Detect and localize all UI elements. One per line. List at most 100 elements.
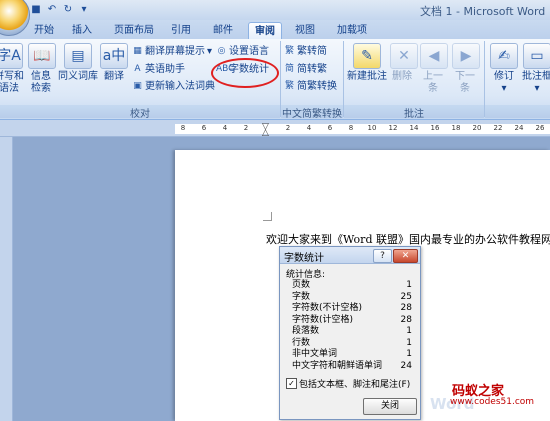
tab-mailings[interactable]: 邮件 [208, 22, 238, 39]
spelling-label-2: 语法 [0, 83, 19, 94]
simp-trad-icon: 简 [284, 64, 294, 74]
group-label-comments: 批注 [344, 105, 484, 120]
chevron-down-icon: ▾ [207, 46, 213, 57]
customize-qat-icon[interactable]: ▾ [78, 4, 90, 16]
conversion-icon: 繁 [284, 81, 294, 91]
previous-label-1: 上一 [423, 71, 443, 82]
vertical-ruler [0, 137, 13, 421]
balloons-button[interactable]: ▭ 批注框 ▾ [521, 43, 550, 95]
quick-access-toolbar: ■ ↶ ↻ ▾ [30, 3, 90, 17]
include-textboxes-label[interactable]: 包括文本框、脚注和尾注(F) [299, 377, 410, 390]
previous-arrow-icon: ◀ [420, 43, 448, 69]
stat-label: 行数 [292, 337, 311, 348]
next-comment-button[interactable]: ▶ 下一 条 [452, 43, 480, 95]
tab-review[interactable]: 审阅 [248, 22, 282, 40]
indent-marker-icon[interactable]: ▽ △ [262, 123, 270, 138]
chevron-down-icon: ▾ [534, 83, 540, 94]
thesaurus-label: 同义词库 [58, 71, 98, 82]
thesaurus-button[interactable]: ▤ 同义词库 [58, 43, 98, 83]
research-book-icon: 📖 [28, 43, 56, 69]
stat-value: 28 [400, 314, 412, 325]
redo-icon[interactable]: ↻ [62, 4, 74, 16]
statistics-heading: 统计信息: [286, 270, 326, 280]
ruler-number: 20 [472, 124, 482, 132]
chinese-conversion-button[interactable]: 繁 简繁转换 [284, 80, 337, 93]
help-button[interactable]: ? [373, 249, 392, 263]
simp-trad-label: 简转繁 [297, 64, 327, 75]
ruler-number: 4 [222, 124, 228, 132]
spelling-grammar-button[interactable]: 字A 拼写和 语法 [0, 43, 24, 95]
translate-icon: a中 [100, 43, 128, 69]
new-comment-button[interactable]: ✎ 新建批注 [346, 43, 388, 83]
watermark-url: www.codes51.com [450, 397, 535, 407]
stat-label: 页数 [292, 280, 311, 290]
stat-row: 字符数(不计空格) 28 [292, 303, 412, 314]
set-language-label: 设置语言 [229, 46, 269, 57]
stat-value: 1 [406, 326, 412, 336]
group-label-proofing: 校对 [0, 105, 280, 120]
stat-value: 1 [406, 337, 412, 348]
set-language-button[interactable]: ◎ 设置语言 [216, 45, 269, 58]
update-ime-label: 更新输入法词典 [145, 81, 215, 92]
tab-add-ins[interactable]: 加载项 [332, 22, 372, 39]
english-assistant-button[interactable]: A 英语助手 [132, 63, 185, 76]
dialog-close-button[interactable]: ✕ [393, 249, 418, 263]
translate-screentip-label: 翻译屏幕提示 [145, 46, 205, 57]
ruler-number: 8 [180, 124, 186, 132]
ruler-number: 22 [493, 124, 503, 132]
stat-row: 非中文单词 1 [292, 349, 412, 360]
ruler-number: 26 [535, 124, 545, 132]
tab-home[interactable]: 开始 [29, 22, 59, 39]
chevron-down-icon: ▾ [501, 83, 507, 94]
include-textboxes-checkbox[interactable]: ✓ [286, 378, 297, 389]
previous-label-2: 条 [428, 83, 438, 94]
word-count-dialog: 字数统计 ? ✕ 统计信息: 页数 1 字数 25 字符数(不计空格) 28 字符数(计空格… [279, 246, 421, 420]
stat-row: 页数 1 [292, 280, 412, 291]
group-label-tracking [485, 105, 550, 118]
close-button[interactable]: 关闭 [363, 398, 417, 415]
delete-comment-button[interactable]: ✕ 删除 [390, 43, 418, 83]
ruler-number: 24 [514, 124, 524, 132]
spelling-label-1: 拼写和 [0, 71, 24, 82]
tab-page-layout[interactable]: 页面布局 [108, 22, 160, 39]
previous-comment-button[interactable]: ◀ 上一 条 [420, 43, 448, 95]
tab-insert[interactable]: 插入 [67, 22, 97, 39]
stat-value: 25 [400, 291, 412, 302]
ruler-number: 2 [243, 124, 249, 132]
stat-label: 段落数 [292, 326, 320, 336]
stat-label: 中文字符和朝鲜语单词 [292, 360, 383, 371]
research-label-2: 检索 [31, 83, 51, 94]
stat-row: 行数 1 [292, 338, 412, 349]
ruler-number: 6 [327, 124, 333, 132]
translate-screentip-button[interactable]: ▦ 翻译屏幕提示 ▾ [132, 45, 212, 58]
stat-row: 字数 25 [292, 292, 412, 303]
track-changes-button[interactable]: ✍ 修订 ▾ [490, 43, 518, 95]
spelling-icon: 字A [0, 43, 23, 69]
stat-value: 28 [400, 303, 412, 313]
globe-icon: ◎ [217, 46, 226, 56]
ribbon-tab-row: 开始 插入 页面布局 引用 邮件 审阅 视图 加载项 [0, 20, 550, 40]
stat-label: 字符数(不计空格) [292, 303, 363, 313]
track-changes-icon: ✍ [490, 43, 518, 69]
research-button[interactable]: 📖 信息 检索 [28, 43, 56, 95]
stat-label: 字符数(计空格) [292, 314, 354, 325]
translate-button[interactable]: a中 翻译 [100, 43, 128, 83]
delete-comment-label: 删除 [392, 71, 412, 82]
tab-references[interactable]: 引用 [166, 22, 196, 39]
ruler-number: 12 [388, 124, 398, 132]
traditional-to-simplified-button[interactable]: 繁 繁转简 [284, 45, 327, 58]
simplified-to-traditional-button[interactable]: 简 简转繁 [284, 63, 327, 76]
stat-row: 段落数 1 [292, 326, 412, 337]
update-ime-button[interactable]: ▣ 更新输入法词典 [132, 80, 215, 93]
margin-corner-mark [263, 212, 272, 221]
ruler-number: 2 [285, 124, 291, 132]
save-icon[interactable]: ■ [30, 4, 42, 16]
undo-icon[interactable]: ↶ [46, 4, 58, 16]
thesaurus-book-icon: ▤ [64, 43, 92, 69]
tab-view[interactable]: 视图 [290, 22, 320, 39]
ruler-number: 6 [201, 124, 207, 132]
ruler-number: 14 [409, 124, 419, 132]
document-text[interactable]: 欢迎大家来到《Word 联盟》国内最专业的办公软件教程网! [266, 231, 550, 247]
english-assistant-icon: A [134, 64, 141, 74]
group-label-chinese-conversion: 中文简繁转换 [281, 105, 343, 120]
